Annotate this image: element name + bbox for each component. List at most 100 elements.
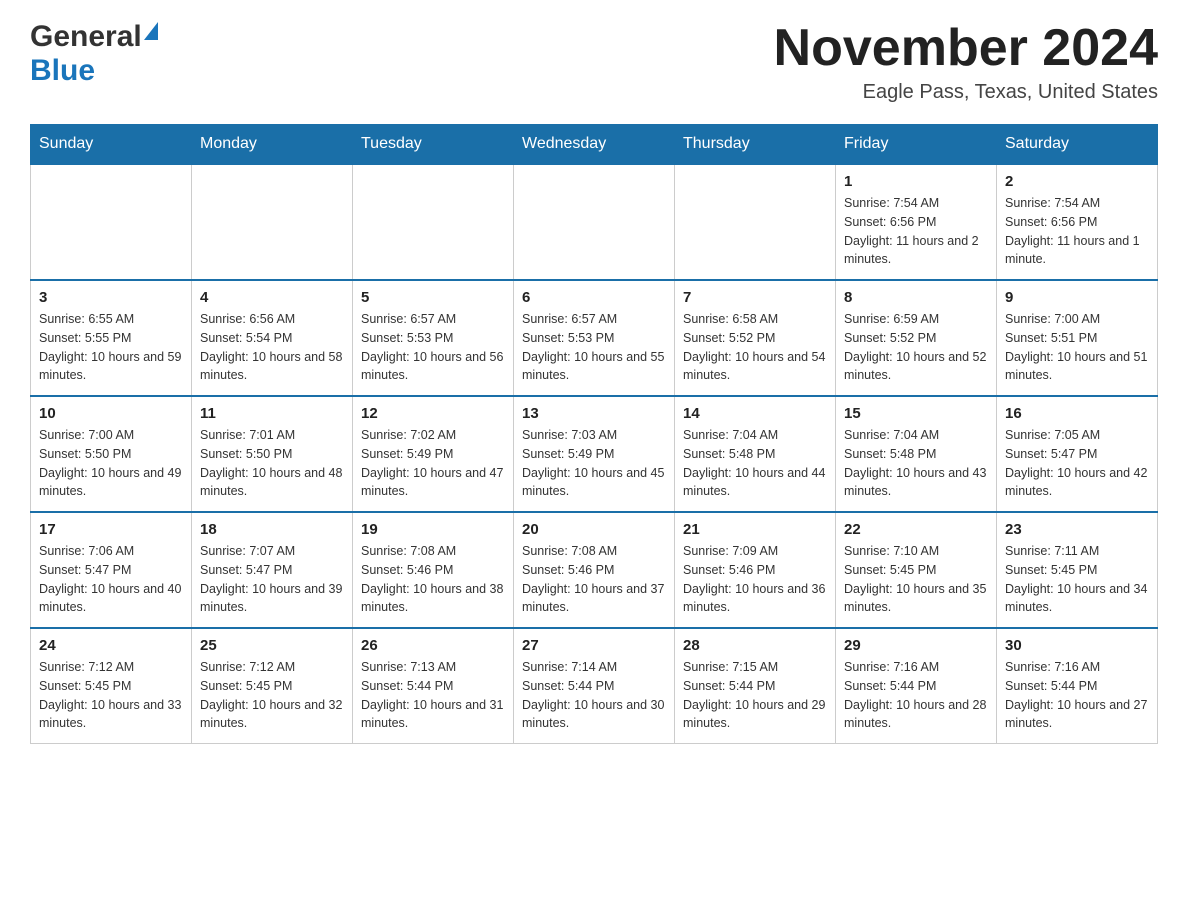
day-info: Sunrise: 7:10 AM Sunset: 5:45 PM Dayligh… xyxy=(844,542,988,617)
weekday-header-wednesday: Wednesday xyxy=(514,125,675,165)
calendar-week-5: 24 Sunrise: 7:12 AM Sunset: 5:45 PM Dayli… xyxy=(31,628,1158,744)
day-number: 12 xyxy=(361,405,505,422)
day-info: Sunrise: 7:04 AM Sunset: 5:48 PM Dayligh… xyxy=(844,426,988,501)
calendar-cell: 26 Sunrise: 7:13 AM Sunset: 5:44 PM Dayli… xyxy=(353,628,514,744)
calendar-table: SundayMondayTuesdayWednesdayThursdayFrid… xyxy=(30,124,1158,744)
day-number: 27 xyxy=(522,637,666,654)
day-number: 28 xyxy=(683,637,827,654)
day-number: 23 xyxy=(1005,521,1149,538)
calendar-cell: 17Sunrise: 7:06 AM Sunset: 5:47 PM Dayli… xyxy=(31,512,192,628)
day-info: Sunrise: 6:57 AM Sunset: 5:53 PM Dayligh… xyxy=(361,310,505,385)
calendar-cell: 30 Sunrise: 7:16 AM Sunset: 5:44 PM Dayli… xyxy=(997,628,1158,744)
day-number: 19 xyxy=(361,521,505,538)
day-number: 7 xyxy=(683,289,827,306)
day-number: 17 xyxy=(39,521,183,538)
calendar-cell: 20 Sunrise: 7:08 AM Sunset: 5:46 PM Dayli… xyxy=(514,512,675,628)
calendar-cell: 7Sunrise: 6:58 AM Sunset: 5:52 PM Daylig… xyxy=(675,280,836,396)
title-block: November 2024 Eagle Pass, Texas, United … xyxy=(774,20,1158,104)
logo-general-text: General xyxy=(30,20,142,54)
day-info: Sunrise: 7:09 AM Sunset: 5:46 PM Dayligh… xyxy=(683,542,827,617)
calendar-week-2: 3Sunrise: 6:55 AM Sunset: 5:55 PM Daylig… xyxy=(31,280,1158,396)
calendar-cell xyxy=(31,164,192,280)
calendar-cell xyxy=(192,164,353,280)
calendar-cell: 12 Sunrise: 7:02 AM Sunset: 5:49 PM Dayli… xyxy=(353,396,514,512)
day-info: Sunrise: 7:01 AM Sunset: 5:50 PM Dayligh… xyxy=(200,426,344,501)
day-info: Sunrise: 7:13 AM Sunset: 5:44 PM Dayligh… xyxy=(361,658,505,733)
day-info: Sunrise: 7:16 AM Sunset: 5:44 PM Dayligh… xyxy=(1005,658,1149,733)
calendar-cell: 23 Sunrise: 7:11 AM Sunset: 5:45 PM Dayli… xyxy=(997,512,1158,628)
calendar-cell: 3Sunrise: 6:55 AM Sunset: 5:55 PM Daylig… xyxy=(31,280,192,396)
calendar-cell: 5Sunrise: 6:57 AM Sunset: 5:53 PM Daylig… xyxy=(353,280,514,396)
day-info: Sunrise: 7:11 AM Sunset: 5:45 PM Dayligh… xyxy=(1005,542,1149,617)
day-info: Sunrise: 6:59 AM Sunset: 5:52 PM Dayligh… xyxy=(844,310,988,385)
weekday-header-friday: Friday xyxy=(836,125,997,165)
day-number: 30 xyxy=(1005,637,1149,654)
weekday-header-tuesday: Tuesday xyxy=(353,125,514,165)
calendar-cell: 10 Sunrise: 7:00 AM Sunset: 5:50 PM Dayli… xyxy=(31,396,192,512)
day-number: 1 xyxy=(844,173,988,190)
calendar-week-3: 10 Sunrise: 7:00 AM Sunset: 5:50 PM Dayli… xyxy=(31,396,1158,512)
day-number: 10 xyxy=(39,405,183,422)
month-title: November 2024 xyxy=(774,20,1158,77)
day-number: 11 xyxy=(200,405,344,422)
day-info: Sunrise: 7:02 AM Sunset: 5:49 PM Dayligh… xyxy=(361,426,505,501)
calendar-cell xyxy=(675,164,836,280)
weekday-header-thursday: Thursday xyxy=(675,125,836,165)
calendar-cell: 16Sunrise: 7:05 AM Sunset: 5:47 PM Dayli… xyxy=(997,396,1158,512)
calendar-cell: 8 Sunrise: 6:59 AM Sunset: 5:52 PM Daylig… xyxy=(836,280,997,396)
day-info: Sunrise: 7:54 AM Sunset: 6:56 PM Dayligh… xyxy=(844,194,988,269)
day-number: 4 xyxy=(200,289,344,306)
day-number: 20 xyxy=(522,521,666,538)
calendar-cell: 22 Sunrise: 7:10 AM Sunset: 5:45 PM Dayli… xyxy=(836,512,997,628)
day-info: Sunrise: 6:56 AM Sunset: 5:54 PM Dayligh… xyxy=(200,310,344,385)
day-number: 24 xyxy=(39,637,183,654)
calendar-cell: 19 Sunrise: 7:08 AM Sunset: 5:46 PM Dayli… xyxy=(353,512,514,628)
day-number: 18 xyxy=(200,521,344,538)
weekday-header-monday: Monday xyxy=(192,125,353,165)
calendar-cell: 1 Sunrise: 7:54 AM Sunset: 6:56 PM Daylig… xyxy=(836,164,997,280)
calendar-week-4: 17Sunrise: 7:06 AM Sunset: 5:47 PM Dayli… xyxy=(31,512,1158,628)
day-number: 15 xyxy=(844,405,988,422)
weekday-header-saturday: Saturday xyxy=(997,125,1158,165)
day-info: Sunrise: 7:12 AM Sunset: 5:45 PM Dayligh… xyxy=(200,658,344,733)
day-number: 6 xyxy=(522,289,666,306)
day-info: Sunrise: 7:16 AM Sunset: 5:44 PM Dayligh… xyxy=(844,658,988,733)
calendar-cell: 2Sunrise: 7:54 AM Sunset: 6:56 PM Daylig… xyxy=(997,164,1158,280)
day-info: Sunrise: 7:03 AM Sunset: 5:49 PM Dayligh… xyxy=(522,426,666,501)
calendar-cell: 4 Sunrise: 6:56 AM Sunset: 5:54 PM Daylig… xyxy=(192,280,353,396)
calendar-cell: 13 Sunrise: 7:03 AM Sunset: 5:49 PM Dayli… xyxy=(514,396,675,512)
day-info: Sunrise: 7:05 AM Sunset: 5:47 PM Dayligh… xyxy=(1005,426,1149,501)
calendar-cell: 24Sunrise: 7:12 AM Sunset: 5:45 PM Dayli… xyxy=(31,628,192,744)
day-info: Sunrise: 7:15 AM Sunset: 5:44 PM Dayligh… xyxy=(683,658,827,733)
day-number: 25 xyxy=(200,637,344,654)
day-number: 8 xyxy=(844,289,988,306)
day-info: Sunrise: 6:57 AM Sunset: 5:53 PM Dayligh… xyxy=(522,310,666,385)
day-info: Sunrise: 7:00 AM Sunset: 5:50 PM Dayligh… xyxy=(39,426,183,501)
day-number: 26 xyxy=(361,637,505,654)
weekday-header-row: SundayMondayTuesdayWednesdayThursdayFrid… xyxy=(31,125,1158,165)
day-number: 14 xyxy=(683,405,827,422)
day-number: 29 xyxy=(844,637,988,654)
calendar-cell: 21 Sunrise: 7:09 AM Sunset: 5:46 PM Dayli… xyxy=(675,512,836,628)
calendar-cell: 27Sunrise: 7:14 AM Sunset: 5:44 PM Dayli… xyxy=(514,628,675,744)
calendar-cell: 29 Sunrise: 7:16 AM Sunset: 5:44 PM Dayli… xyxy=(836,628,997,744)
calendar-cell: 28 Sunrise: 7:15 AM Sunset: 5:44 PM Dayli… xyxy=(675,628,836,744)
day-info: Sunrise: 7:04 AM Sunset: 5:48 PM Dayligh… xyxy=(683,426,827,501)
day-number: 9 xyxy=(1005,289,1149,306)
page-header: General Blue November 2024 Eagle Pass, T… xyxy=(30,20,1158,104)
calendar-cell: 11 Sunrise: 7:01 AM Sunset: 5:50 PM Dayli… xyxy=(192,396,353,512)
day-number: 22 xyxy=(844,521,988,538)
calendar-cell: 6 Sunrise: 6:57 AM Sunset: 5:53 PM Daylig… xyxy=(514,280,675,396)
day-info: Sunrise: 7:08 AM Sunset: 5:46 PM Dayligh… xyxy=(522,542,666,617)
calendar-cell: 9Sunrise: 7:00 AM Sunset: 5:51 PM Daylig… xyxy=(997,280,1158,396)
day-info: Sunrise: 7:07 AM Sunset: 5:47 PM Dayligh… xyxy=(200,542,344,617)
calendar-cell: 14 Sunrise: 7:04 AM Sunset: 5:48 PM Dayli… xyxy=(675,396,836,512)
day-number: 13 xyxy=(522,405,666,422)
day-info: Sunrise: 7:08 AM Sunset: 5:46 PM Dayligh… xyxy=(361,542,505,617)
calendar-cell xyxy=(514,164,675,280)
calendar-week-1: 1 Sunrise: 7:54 AM Sunset: 6:56 PM Daylig… xyxy=(31,164,1158,280)
calendar-cell: 15 Sunrise: 7:04 AM Sunset: 5:48 PM Dayli… xyxy=(836,396,997,512)
logo: General Blue xyxy=(30,20,158,88)
day-number: 21 xyxy=(683,521,827,538)
day-info: Sunrise: 7:54 AM Sunset: 6:56 PM Dayligh… xyxy=(1005,194,1149,269)
